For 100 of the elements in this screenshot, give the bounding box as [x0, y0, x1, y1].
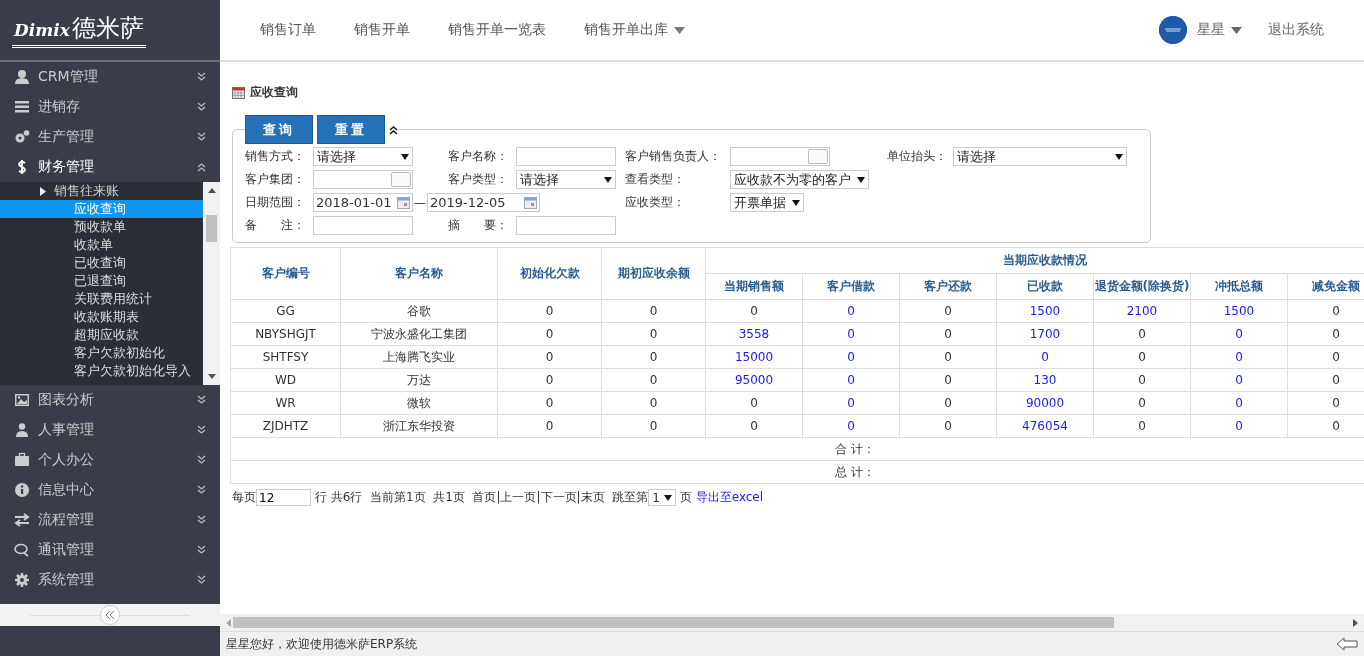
input-field[interactable]: [516, 147, 616, 166]
submenu-item[interactable]: 收款单: [0, 236, 203, 254]
scroll-right-icon[interactable]: [1353, 618, 1358, 627]
dropdown-arrow-icon: [663, 494, 672, 501]
table-cell-link[interactable]: 3558: [705, 322, 803, 346]
submenu-item[interactable]: 预收款单: [0, 218, 203, 236]
sidebar-item[interactable]: 个人办公: [0, 445, 220, 475]
table-cell-link[interactable]: 15000: [705, 345, 803, 369]
submenu-item[interactable]: 超期应收款: [0, 326, 203, 344]
table-cell: 0: [601, 322, 706, 346]
table-cell-link[interactable]: 0: [1190, 322, 1288, 346]
sidebar-item[interactable]: 通讯管理: [0, 535, 220, 565]
filter-button[interactable]: 查询: [245, 115, 313, 144]
dropdown-arrow-icon: [792, 199, 800, 206]
submenu-item[interactable]: 收款账期表: [0, 308, 203, 326]
date-field[interactable]: 2018-01-01: [313, 193, 413, 212]
nav-link[interactable]: 销售订单: [260, 21, 316, 39]
table-cell-link[interactable]: 0: [1190, 368, 1288, 392]
dropdown-arrow-icon: [1115, 153, 1123, 160]
scroll-thumb[interactable]: [233, 617, 1114, 628]
vertical-scrollbar[interactable]: [203, 182, 220, 385]
filter-button[interactable]: 重置: [317, 115, 385, 144]
table-cell: 0: [705, 414, 803, 438]
table-cell-link[interactable]: 1500: [1190, 299, 1288, 323]
table-cell-link[interactable]: 476054: [996, 414, 1094, 438]
select-field[interactable]: 请选择: [313, 147, 413, 166]
sidebar-item[interactable]: 信息中心: [0, 475, 220, 505]
table-cell-link[interactable]: 95000: [705, 368, 803, 392]
table-cell-link[interactable]: 0: [1190, 391, 1288, 415]
table-cell-link[interactable]: 2100: [1093, 299, 1191, 323]
table-cell-link[interactable]: 0: [802, 391, 900, 415]
sidebar-item[interactable]: CRM管理: [0, 62, 220, 92]
nav-link[interactable]: 销售开单出库: [584, 21, 685, 39]
pager-info: 行 共6行 当前第1页 共1页: [313, 489, 466, 506]
column-header: 当期销售额: [705, 273, 803, 300]
table-cell: 宁波永盛化工集团: [340, 322, 498, 346]
sidebar-item[interactable]: 系统管理: [0, 565, 220, 595]
page-title: 应收查询: [250, 84, 298, 101]
table-cell-link[interactable]: 0: [1190, 345, 1288, 369]
pager-links[interactable]: 首页|上一页|下一页|末页: [472, 489, 605, 506]
nav-link[interactable]: 销售开单一览表: [448, 21, 546, 39]
input-field[interactable]: [516, 216, 616, 235]
picker-field[interactable]: [730, 147, 830, 166]
table-cell-link[interactable]: 0: [802, 368, 900, 392]
avatar-icon[interactable]: [1159, 16, 1187, 44]
table-cell: 0: [899, 322, 997, 346]
table-cell: 0: [899, 299, 997, 323]
export-link[interactable]: 导出至excel: [695, 489, 764, 506]
table-cell-link[interactable]: 1700: [996, 322, 1094, 346]
total-row: 总 计：: [230, 460, 1364, 484]
input-field[interactable]: [313, 216, 413, 235]
field-label: 客户集团：: [245, 171, 306, 188]
table-cell-link[interactable]: 130: [996, 368, 1094, 392]
select-field[interactable]: 应收款不为零的客户: [730, 170, 869, 189]
table-cell-link[interactable]: 0: [802, 345, 900, 369]
select-field[interactable]: 开票单据: [730, 193, 804, 212]
submenu-item[interactable]: 客户欠款初始化导入: [0, 362, 203, 380]
sidebar-item[interactable]: 人事管理: [0, 415, 220, 445]
page-size-field[interactable]: 12: [256, 489, 311, 506]
table-cell-link[interactable]: 0: [802, 322, 900, 346]
collapse-sidebar-button[interactable]: [100, 605, 120, 625]
table-cell-link[interactable]: 1500: [996, 299, 1094, 323]
browse-button[interactable]: [391, 172, 411, 187]
select-field[interactable]: 请选择: [953, 147, 1127, 166]
browse-button[interactable]: [808, 149, 828, 164]
table-cell-link[interactable]: 90000: [996, 391, 1094, 415]
nav-link[interactable]: 销售开单: [354, 21, 410, 39]
sidebar-item[interactable]: 生产管理: [0, 122, 220, 152]
submenu-group[interactable]: 销售往来账: [0, 182, 203, 200]
table-cell: 0: [497, 368, 602, 392]
scroll-thumb[interactable]: [206, 215, 217, 242]
page-select[interactable]: 1: [648, 489, 676, 506]
total-row: 合 计：: [230, 437, 1364, 461]
scroll-down-icon[interactable]: [207, 374, 216, 379]
table-cell-link[interactable]: 0: [802, 414, 900, 438]
sidebar-item[interactable]: 流程管理: [0, 505, 220, 535]
submenu-item[interactable]: 已退查询: [0, 272, 203, 290]
sidebar-item[interactable]: 财务管理: [0, 152, 220, 182]
field-label: 应收类型：: [625, 194, 686, 211]
scroll-up-icon[interactable]: [207, 188, 216, 193]
scroll-left-icon[interactable]: [226, 618, 231, 627]
logout-link[interactable]: 退出系统: [1268, 21, 1324, 39]
submenu-item[interactable]: 客户欠款初始化: [0, 344, 203, 362]
date-field[interactable]: 2019-12-05: [427, 193, 540, 212]
submenu-item[interactable]: 已收查询: [0, 254, 203, 272]
back-arrow-icon[interactable]: [1336, 637, 1358, 651]
user-menu[interactable]: 星星: [1197, 21, 1242, 39]
picker-field[interactable]: [313, 170, 413, 189]
table-cell-link[interactable]: 0: [996, 345, 1094, 369]
table-cell-link[interactable]: 0: [802, 299, 900, 323]
table-cell: 0: [899, 345, 997, 369]
table-cell-link[interactable]: 0: [1190, 414, 1288, 438]
collapse-icon[interactable]: [389, 124, 398, 135]
sidebar-item[interactable]: 图表分析: [0, 385, 220, 415]
dropdown-arrow-icon: [604, 176, 612, 183]
image-icon: [14, 392, 30, 408]
horizontal-scrollbar[interactable]: [220, 614, 1364, 631]
submenu-item[interactable]: 关联费用统计: [0, 290, 203, 308]
sidebar-item[interactable]: 进销存: [0, 92, 220, 122]
select-field[interactable]: 请选择: [516, 170, 616, 189]
